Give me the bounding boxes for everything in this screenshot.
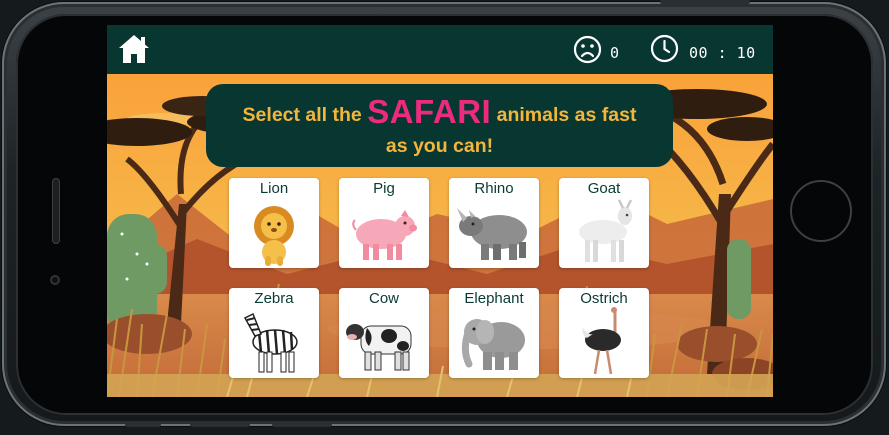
lion-icon xyxy=(254,206,294,266)
animal-card-lion[interactable]: Lion xyxy=(229,178,319,268)
top-bar: 0 00 : 10 xyxy=(107,25,773,74)
banner-highlight: SAFARI xyxy=(367,93,492,130)
home-button-ring xyxy=(790,180,852,242)
timer-display: 00 : 10 xyxy=(689,44,756,62)
game-screen: 0 00 : 10 Select all the SAFARI animals … xyxy=(107,25,773,397)
power-button xyxy=(660,0,750,4)
miss-counter: 0 xyxy=(610,44,620,62)
animal-label: Pig xyxy=(373,180,395,197)
animal-label: Elephant xyxy=(464,290,524,307)
animal-label: Lion xyxy=(259,180,289,197)
animal-card-pig[interactable]: Pig xyxy=(339,178,429,268)
clock-icon xyxy=(650,34,679,63)
animal-label: Rhino xyxy=(474,180,514,197)
pig-icon xyxy=(352,210,417,260)
animal-card-rhino[interactable]: Rhino xyxy=(449,178,539,268)
volume-down-button xyxy=(190,422,250,427)
animal-label: Goat xyxy=(587,180,621,197)
banner-suffix: animals as fast xyxy=(496,104,637,126)
rhino-icon xyxy=(457,208,527,260)
elephant-icon xyxy=(461,319,525,370)
animal-label: Cow xyxy=(368,290,399,307)
animal-card-elephant[interactable]: Elephant xyxy=(449,288,539,378)
volume-up-button xyxy=(125,422,161,427)
home-icon[interactable] xyxy=(117,33,151,65)
sad-face-icon xyxy=(573,35,602,64)
animal-card-goat[interactable]: Goat xyxy=(559,178,649,268)
zebra-icon xyxy=(243,312,298,373)
side-button xyxy=(272,422,332,427)
cow-icon xyxy=(346,324,412,371)
animal-card-ostrich[interactable]: Ostrich xyxy=(559,288,649,378)
animal-label: Ostrich xyxy=(580,290,628,307)
banner-prefix: Select all the xyxy=(242,104,362,126)
banner-line2: as you can! xyxy=(385,135,494,157)
goat-icon xyxy=(579,199,633,262)
animal-card-cow[interactable]: Cow xyxy=(339,288,429,378)
animal-card-zebra[interactable]: Zebra xyxy=(229,288,319,378)
animal-label: Zebra xyxy=(254,290,294,307)
ostrich-icon xyxy=(582,307,621,375)
instruction-banner: Select all the SAFARI animals as fast as… xyxy=(206,84,673,167)
speaker-slot xyxy=(52,178,60,244)
front-camera xyxy=(50,275,60,285)
